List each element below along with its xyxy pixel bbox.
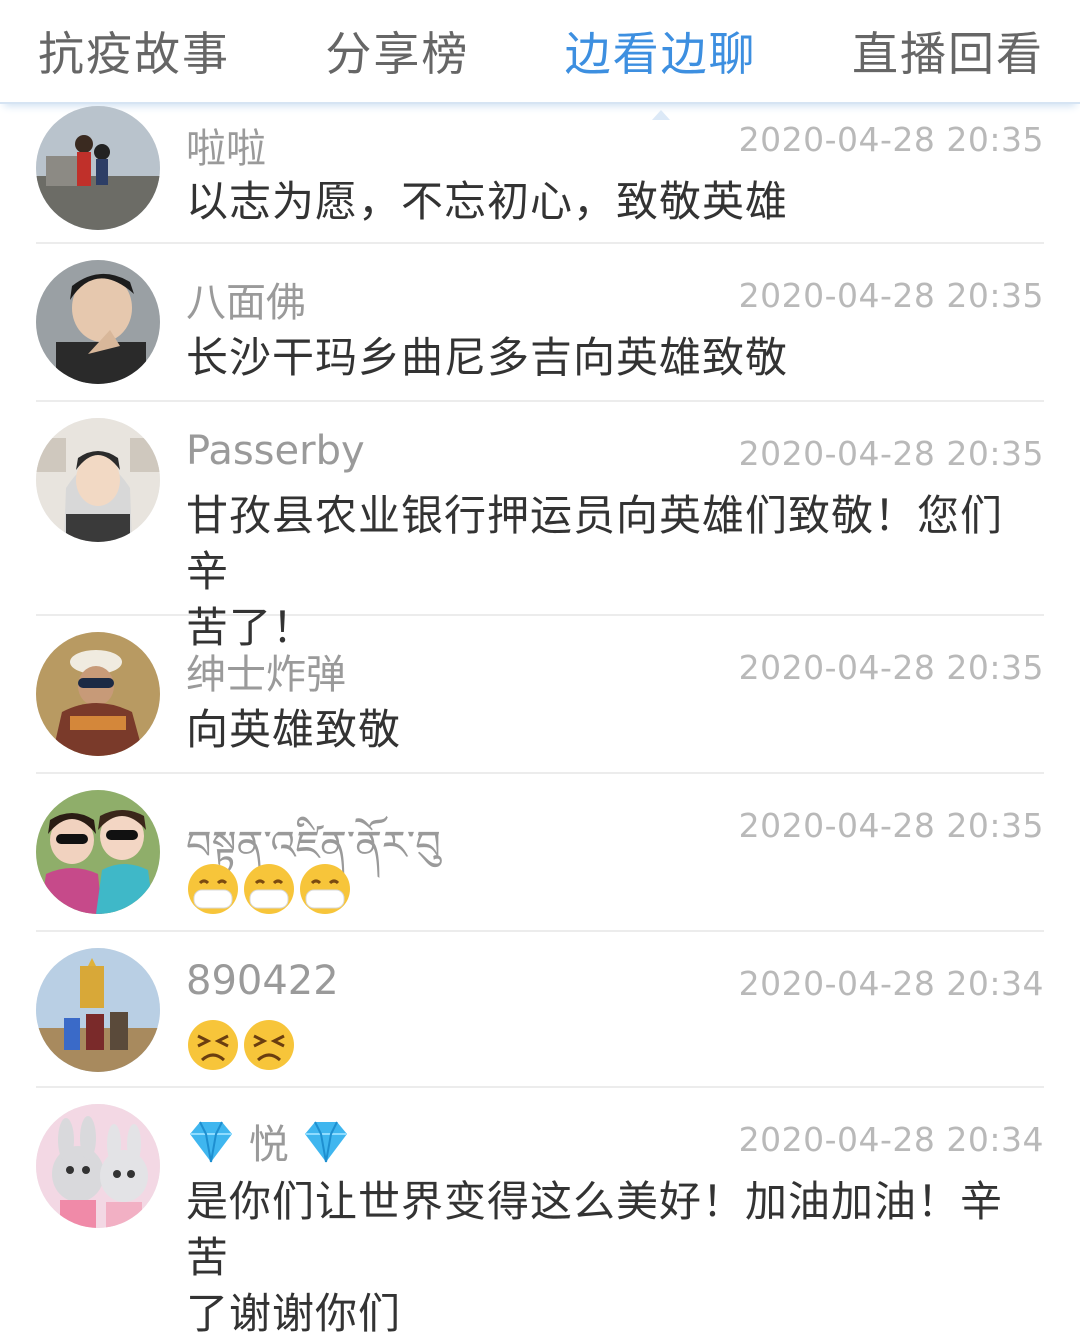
- comment-list: 啦啦 2020-04-28 20:35 以志为愿，不忘初心，致敬英雄 八面佛 2…: [0, 104, 1080, 1338]
- user-name: Passerby: [186, 428, 365, 474]
- tab-share-rank[interactable]: 分享榜: [325, 18, 469, 84]
- user-avatar[interactable]: [36, 260, 160, 384]
- tab-story[interactable]: 抗疫故事: [38, 18, 230, 84]
- user-name-group: 悦: [186, 1112, 351, 1170]
- comment-text-line: 了谢谢你们: [186, 1289, 402, 1338]
- diamond-icon: [186, 1121, 249, 1168]
- comment-item: 悦 2020-04-28 20:34 是你们让世界变得这么美好！加油加油！辛苦 …: [36, 1088, 1044, 1338]
- comment-time: 2020-04-28 20:34: [738, 964, 1044, 1003]
- emoji-row: [186, 1018, 296, 1072]
- comment-item: Passerby 2020-04-28 20:35 甘孜县农业银行押运员向英雄们…: [36, 402, 1044, 652]
- comment-item: 啦啦 2020-04-28 20:35 以志为愿，不忘初心，致敬英雄: [36, 104, 1044, 244]
- emoji-row: [186, 862, 352, 916]
- user-avatar[interactable]: [36, 1104, 160, 1228]
- user-avatar[interactable]: [36, 418, 160, 542]
- tab-replay[interactable]: 直播回看: [852, 18, 1044, 84]
- comment-time: 2020-04-28 20:34: [738, 1120, 1044, 1159]
- comment-text: 向英雄致敬: [186, 705, 402, 754]
- user-name: 啦啦: [186, 126, 266, 172]
- user-name: 悦: [248, 1122, 289, 1168]
- comment-time: 2020-04-28 20:35: [738, 648, 1044, 687]
- user-name: 890422: [186, 958, 339, 1004]
- comment-item: 890422 2020-04-28 20:34: [36, 932, 1044, 1088]
- mask-emoji-icon: [242, 862, 296, 916]
- user-avatar[interactable]: [36, 106, 160, 230]
- tab-watch-chat[interactable]: 边看边聊: [565, 18, 757, 120]
- comment-text: 长沙干玛乡曲尼多吉向英雄致敬: [186, 333, 789, 382]
- tired-face-emoji-icon: [186, 1018, 240, 1072]
- mask-emoji-icon: [186, 862, 240, 916]
- user-avatar[interactable]: [36, 632, 160, 756]
- mask-emoji-icon: [298, 862, 352, 916]
- comment-time: 2020-04-28 20:35: [738, 276, 1044, 315]
- comment-time: 2020-04-28 20:35: [738, 120, 1044, 159]
- user-avatar[interactable]: [36, 948, 160, 1072]
- user-avatar[interactable]: [36, 790, 160, 914]
- comment-text: 以志为愿，不忘初心，致敬英雄: [186, 177, 789, 226]
- user-name: 绅士炸弹: [186, 652, 346, 698]
- comment-text: 是你们让世界变得这么美好！加油加油！辛苦 了谢谢你们: [186, 1174, 1044, 1342]
- comment-time: 2020-04-28 20:35: [738, 434, 1044, 473]
- tired-face-emoji-icon: [242, 1018, 296, 1072]
- comment-text-line: 甘孜县农业银行押运员向英雄们致敬！您们辛: [186, 491, 1004, 596]
- diamond-icon: [289, 1121, 352, 1168]
- tab-bar: 抗疫故事 分享榜 边看边聊 直播回看: [0, 0, 1080, 120]
- comment-time: 2020-04-28 20:35: [738, 806, 1044, 845]
- user-name: 八面佛: [186, 280, 306, 326]
- comment-item: བསྟན་འཛིན་ནོར་བུ 2020-04-28 20:35: [36, 774, 1044, 932]
- comment-text-line: 是你们让世界变得这么美好！加油加油！辛苦: [186, 1177, 1004, 1282]
- comment-item: 八面佛 2020-04-28 20:35 长沙干玛乡曲尼多吉向英雄致敬: [36, 244, 1044, 402]
- comment-item: 绅士炸弹 2020-04-28 20:35 向英雄致敬: [36, 616, 1044, 774]
